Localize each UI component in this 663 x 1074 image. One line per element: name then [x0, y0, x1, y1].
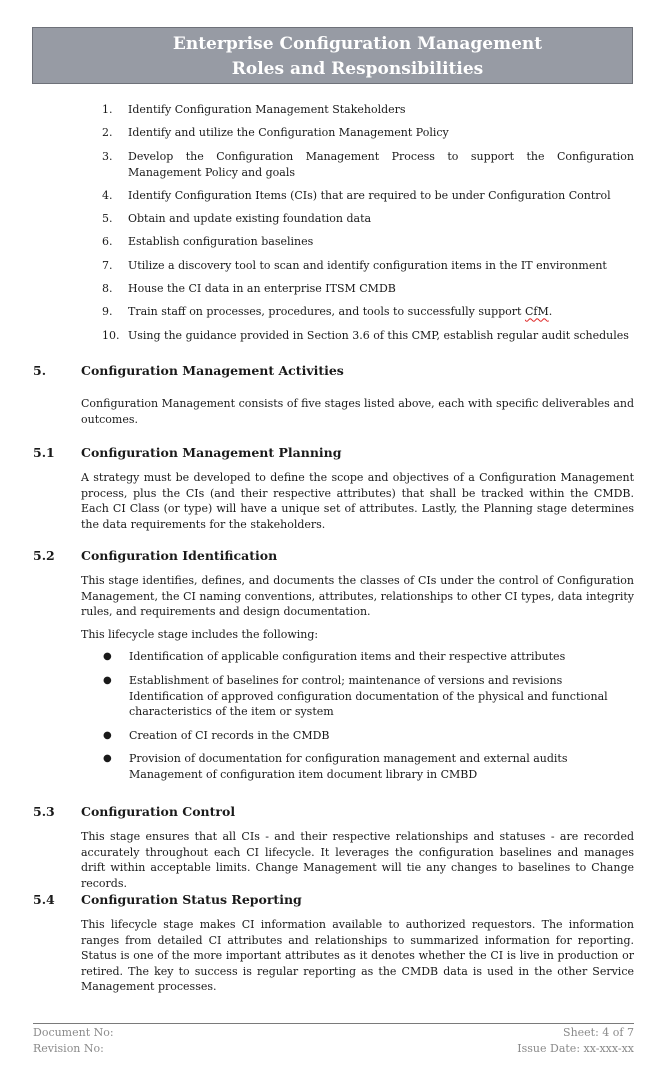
list-text: Utilize a discovery tool to scan and ide… [128, 258, 607, 272]
list-text: Establish configuration baselines [128, 235, 314, 249]
list-number: 10. [102, 328, 120, 342]
list-text-suffix: . [548, 305, 553, 319]
list-number: 4. [102, 188, 113, 202]
sheet-number: Sheet: 4 of 7 [563, 1026, 634, 1039]
paragraph: This stage identifies, defines, and docu… [81, 574, 634, 619]
list-text: Train staff on processes, procedures, an… [128, 305, 525, 319]
bullet-list: ● Identification of applicable configurat… [33, 649, 634, 782]
bullet-item: ● Establishment of baselines for control;… [33, 673, 634, 720]
bullet-text-continued: Management of configuration item documen… [129, 767, 478, 781]
list-number: 7. [102, 258, 113, 272]
bullet-text-continued: Identification of approved configuration… [129, 689, 608, 719]
list-text: House the CI data in an enterprise ITSM … [128, 282, 396, 296]
section-body: Configuration Management consists of fiv… [81, 396, 634, 427]
section-number: 5.2 [33, 548, 55, 563]
document-title-line1: Enterprise Configuration Management [172, 34, 543, 54]
revision-number-label: Revision No: [33, 1042, 104, 1055]
section-title: Configuration Management Planning [81, 445, 342, 460]
paragraph: Configuration Management consists of fiv… [81, 397, 634, 426]
section-heading: 5.2 Configuration Identification [33, 547, 634, 565]
list-item: 6. Establish configuration baselines [102, 234, 634, 250]
section-heading: 5.3 Configuration Control [33, 803, 634, 821]
paragraph-intro: This lifecycle stage includes the follow… [81, 627, 319, 641]
footer-row: Revision No: Issue Date: xx-xxx-xx [33, 1041, 634, 1057]
list-number: 2. [102, 126, 113, 140]
section-body: This stage identifies, defines, and docu… [81, 573, 634, 642]
list-text: Using the guidance provided in Section 3… [128, 328, 629, 342]
section-title: Configuration Management Activities [81, 363, 344, 378]
list-item: 7. Utilize a discovery tool to scan and i… [102, 258, 634, 274]
section-title: Configuration Status Reporting [81, 892, 302, 907]
issue-date: Issue Date: xx-xxx-xx [517, 1042, 634, 1055]
bullet-icon: ● [103, 729, 112, 741]
list-number: 1. [102, 103, 113, 116]
footer-divider [33, 1023, 634, 1024]
section-title: Configuration Control [81, 804, 236, 819]
footer-row: Document No: Sheet: 4 of 7 [33, 1025, 634, 1041]
list-text: Identify and utilize the Configuration M… [128, 126, 449, 140]
section-number: 5. [33, 363, 47, 378]
list-text: Identify Configuration Items (CIs) that … [128, 188, 611, 202]
document-number-label: Document No: [33, 1026, 114, 1039]
section-5-4: 5.4 Configuration Status Reporting This … [33, 891, 634, 995]
list-item: 1. Identify Configuration Management Stak… [102, 102, 634, 118]
section-5: 5. Configuration Management Activities C… [33, 362, 634, 427]
list-text: Identify Configuration Management Stakeh… [128, 103, 406, 116]
list-number: 9. [102, 305, 113, 319]
list-item: 2. Identify and utilize the Configuration… [102, 125, 634, 141]
section-heading: 5. Configuration Management Activities [33, 362, 634, 380]
bullet-item: ● Identification of applicable configurat… [33, 649, 634, 665]
list-number: 6. [102, 235, 113, 249]
bullet-icon: ● [103, 651, 112, 663]
list-item: 10. Using the guidance provided in Sectio… [102, 328, 634, 344]
spellcheck-flagged-word[interactable]: CfM [525, 305, 549, 318]
bullet-text: Provision of documentation for configura… [129, 752, 568, 766]
list-number: 5. [102, 212, 113, 226]
section-5-3: 5.3 Configuration Control This stage ens… [33, 803, 634, 891]
section-number: 5.4 [33, 892, 55, 907]
section-body: This lifecycle stage makes CI informatio… [81, 917, 634, 995]
section-number: 5.3 [33, 804, 55, 819]
list-number: 3. [102, 149, 113, 163]
list-text: Obtain and update existing foundation da… [128, 212, 372, 226]
bullet-text: Identification of applicable configurati… [129, 650, 566, 664]
list-item: 5. Obtain and update existing foundation … [102, 211, 634, 227]
list-text: Develop the Configuration Management Pro… [128, 149, 634, 179]
paragraph: This stage ensures that all CIs - and th… [81, 830, 634, 890]
list-item: 3. Develop the Configuration Management P… [102, 149, 634, 181]
paragraph: A strategy must be developed to define t… [81, 471, 634, 531]
bullet-item: ● Provision of documentation for configur… [33, 751, 634, 782]
list-number: 8. [102, 282, 113, 296]
bullet-item: ● Creation of CI records in the CMDB [33, 728, 634, 744]
section-5-1: 5.1 Configuration Management Planning A … [33, 444, 634, 532]
section-5-2: 5.2 Configuration Identification This st… [33, 547, 634, 791]
paragraph: This lifecycle stage makes CI informatio… [81, 918, 634, 994]
list-item: 8. House the CI data in an enterprise ITS… [102, 281, 634, 297]
bullet-text: Establishment of baselines for control; … [129, 673, 563, 687]
section-title: Configuration Identification [81, 548, 278, 563]
section-body: This stage ensures that all CIs - and th… [81, 829, 634, 891]
section-heading: 5.4 Configuration Status Reporting [33, 891, 634, 909]
document-title-line2: Roles and Responsibilities [231, 59, 484, 79]
section-heading: 5.1 Configuration Management Planning [33, 444, 634, 462]
section-body: A strategy must be developed to define t… [81, 470, 634, 532]
page-footer: Document No: Sheet: 4 of 7 Revision No: … [33, 1025, 634, 1057]
bullet-text: Creation of CI records in the CMDB [129, 728, 330, 742]
bullet-icon: ● [103, 674, 112, 686]
document-title-banner: Enterprise Configuration Management Role… [32, 27, 633, 84]
bullet-icon: ● [103, 753, 112, 765]
list-item: 9. Train staff on processes, procedures, … [102, 304, 634, 320]
steps-list: 1. Identify Configuration Management Stak… [102, 102, 634, 351]
section-number: 5.1 [33, 445, 55, 460]
list-item: 4. Identify Configuration Items (CIs) tha… [102, 188, 634, 204]
